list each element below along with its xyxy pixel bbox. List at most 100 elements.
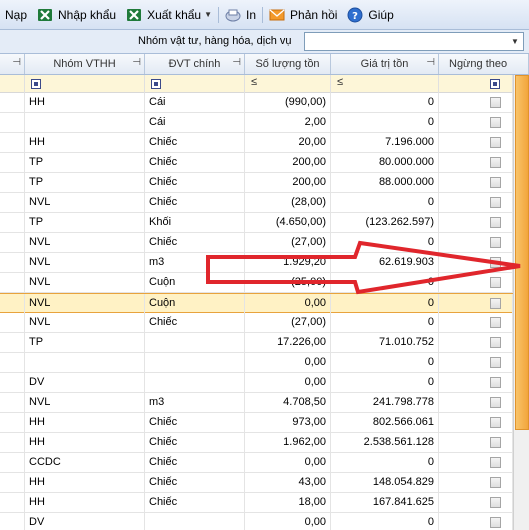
cell-giatri[interactable]: 80.000.000 <box>331 153 439 172</box>
pin-icon[interactable]: ⊣ <box>232 57 241 68</box>
cell-giatri[interactable]: 241.798.778 <box>331 393 439 412</box>
row-indicator-cell[interactable] <box>0 133 25 152</box>
cell-soluong[interactable]: 200,00 <box>245 173 331 192</box>
cell-soluong[interactable]: 0,00 <box>245 373 331 392</box>
filter-condition-icon[interactable] <box>31 79 41 89</box>
table-row[interactable]: Cái 2,00 0 <box>0 113 513 133</box>
cell-dvt[interactable]: Chiếc <box>145 453 245 472</box>
cell-dvt[interactable]: Chiếc <box>145 413 245 432</box>
cell-dvt[interactable]: Cuộn <box>145 273 245 292</box>
cell-nhom[interactable]: TP <box>25 333 145 352</box>
cell-giatri[interactable]: 0 <box>331 113 439 132</box>
ngung-checkbox[interactable] <box>490 457 501 468</box>
cell-ngung[interactable] <box>439 413 513 432</box>
cell-ngung[interactable] <box>439 453 513 472</box>
cell-giatri[interactable]: 0 <box>331 513 439 530</box>
cell-ngung[interactable] <box>439 313 513 332</box>
ngung-checkbox[interactable] <box>490 237 501 248</box>
cell-ngung[interactable] <box>439 233 513 252</box>
cell-dvt[interactable]: Chiếc <box>145 493 245 512</box>
row-indicator-cell[interactable] <box>0 413 25 432</box>
cell-soluong[interactable]: 2,00 <box>245 113 331 132</box>
cell-soluong[interactable]: (28,00) <box>245 193 331 212</box>
row-indicator-cell[interactable] <box>0 253 25 272</box>
cell-giatri[interactable]: 7.196.000 <box>331 133 439 152</box>
cell-ngung[interactable] <box>439 213 513 232</box>
table-row[interactable]: NVL Cuộn 0,00 0 <box>0 293 513 313</box>
cell-ngung[interactable] <box>439 373 513 392</box>
ngung-checkbox[interactable] <box>490 337 501 348</box>
cell-giatri[interactable]: 88.000.000 <box>331 173 439 192</box>
cell-giatri[interactable]: 0 <box>331 453 439 472</box>
cell-giatri[interactable]: 0 <box>331 373 439 392</box>
cell-giatri[interactable]: 62.619.903 <box>331 253 439 272</box>
filter-operator[interactable]: ≤ <box>337 76 343 88</box>
cell-ngung[interactable] <box>439 393 513 412</box>
row-indicator-cell[interactable] <box>0 93 25 112</box>
cell-ngung[interactable] <box>439 294 513 313</box>
cell-nhom[interactable]: NVL <box>25 193 145 212</box>
cell-dvt[interactable]: Cái <box>145 113 245 132</box>
cell-dvt[interactable]: m3 <box>145 253 245 272</box>
cell-giatri[interactable]: (123.262.597) <box>331 213 439 232</box>
vertical-scrollbar[interactable] <box>513 75 529 530</box>
cell-dvt[interactable]: Chiếc <box>145 153 245 172</box>
group-filter-combo[interactable]: ▼ <box>304 32 524 51</box>
cell-ngung[interactable] <box>439 253 513 272</box>
cell-ngung[interactable] <box>439 193 513 212</box>
row-indicator-cell[interactable] <box>0 153 25 172</box>
row-indicator-cell[interactable] <box>0 433 25 452</box>
scroll-thumb[interactable] <box>515 75 529 430</box>
ngung-checkbox[interactable] <box>490 277 501 288</box>
cell-nhom[interactable]: HH <box>25 473 145 492</box>
table-row[interactable]: NVL m3 1.929,20 62.619.903 <box>0 253 513 273</box>
cell-dvt[interactable]: Chiếc <box>145 133 245 152</box>
cell-soluong[interactable]: 200,00 <box>245 153 331 172</box>
pin-icon[interactable]: ⊣ <box>12 57 21 68</box>
reload-button[interactable]: Nạp <box>0 3 32 27</box>
filter-cell-dvt[interactable] <box>145 75 245 93</box>
ngung-checkbox[interactable] <box>490 437 501 448</box>
cell-nhom[interactable]: HH <box>25 433 145 452</box>
row-indicator-cell[interactable] <box>0 393 25 412</box>
table-row[interactable]: HH Chiếc 43,00 148.054.829 <box>0 473 513 493</box>
ngung-checkbox[interactable] <box>490 317 501 328</box>
row-indicator-cell[interactable] <box>0 233 25 252</box>
cell-ngung[interactable] <box>439 433 513 452</box>
header-nhom[interactable]: Nhóm VTHH ⊣ <box>25 54 145 74</box>
cell-ngung[interactable] <box>439 353 513 372</box>
header-giatri[interactable]: Giá trị tồn ⊣ <box>331 54 439 74</box>
cell-giatri[interactable]: 148.054.829 <box>331 473 439 492</box>
cell-dvt[interactable]: Khối <box>145 213 245 232</box>
ngung-checkbox[interactable] <box>490 217 501 228</box>
cell-soluong[interactable]: (990,00) <box>245 93 331 112</box>
row-indicator-cell[interactable] <box>0 373 25 392</box>
filter-cell-ngung[interactable] <box>439 75 513 93</box>
cell-ngung[interactable] <box>439 493 513 512</box>
ngung-checkbox[interactable] <box>490 357 501 368</box>
cell-nhom[interactable]: TP <box>25 213 145 232</box>
cell-soluong[interactable]: 4.708,50 <box>245 393 331 412</box>
cell-nhom[interactable]: CCDC <box>25 453 145 472</box>
table-row[interactable]: TP 17.226,00 71.010.752 <box>0 333 513 353</box>
chevron-down-icon[interactable]: ▼ <box>507 33 523 50</box>
table-row[interactable]: CCDC Chiếc 0,00 0 <box>0 453 513 473</box>
table-row[interactable]: HH Chiếc 20,00 7.196.000 <box>0 133 513 153</box>
print-button[interactable]: In <box>220 3 261 27</box>
cell-giatri[interactable]: 802.566.061 <box>331 413 439 432</box>
cell-ngung[interactable] <box>439 93 513 112</box>
cell-dvt[interactable]: Chiếc <box>145 173 245 192</box>
cell-dvt[interactable] <box>145 353 245 372</box>
table-row[interactable]: HH Chiếc 973,00 802.566.061 <box>0 413 513 433</box>
cell-dvt[interactable]: Chiếc <box>145 473 245 492</box>
cell-ngung[interactable] <box>439 113 513 132</box>
cell-soluong[interactable]: 1.929,20 <box>245 253 331 272</box>
ngung-checkbox[interactable] <box>490 177 501 188</box>
cell-dvt[interactable]: Cuộn <box>145 294 245 313</box>
row-indicator-cell[interactable] <box>0 453 25 472</box>
table-row[interactable]: NVL Cuộn (25,00) 0 <box>0 273 513 293</box>
row-indicator-cell[interactable] <box>0 513 25 530</box>
cell-soluong[interactable]: 0,00 <box>245 353 331 372</box>
row-indicator-cell[interactable] <box>0 173 25 192</box>
cell-dvt[interactable]: Chiếc <box>145 233 245 252</box>
